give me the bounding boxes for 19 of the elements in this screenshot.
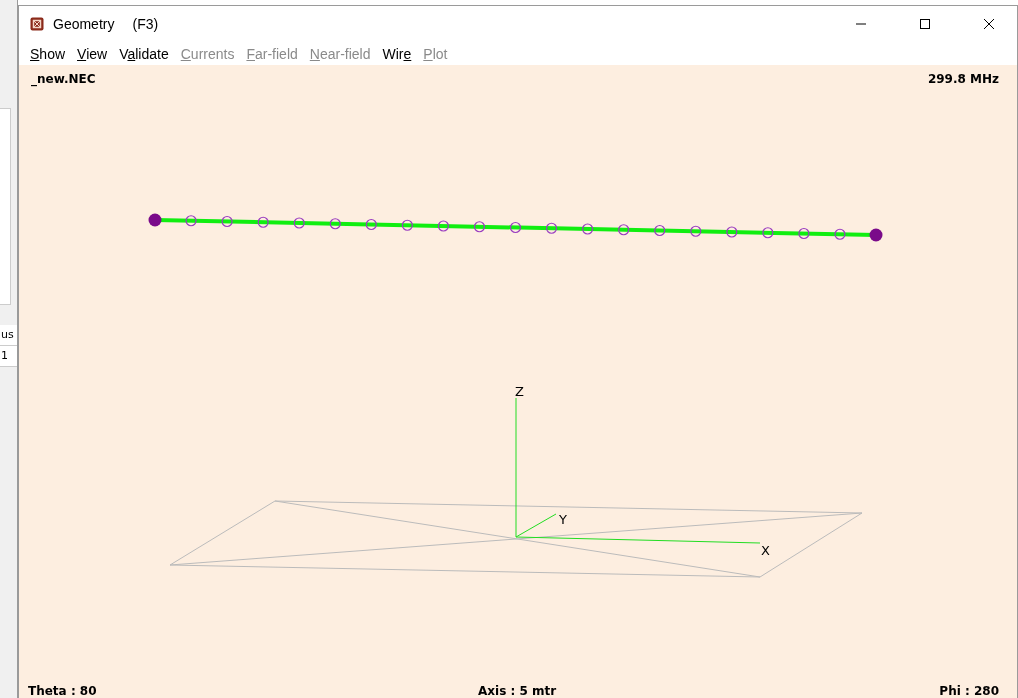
table-cell: us	[0, 325, 17, 346]
cube-icon	[29, 16, 45, 32]
menu-item[interactable]: Validate	[114, 45, 174, 62]
axis-label: X	[761, 543, 770, 558]
theta-label: Theta : 80	[28, 684, 97, 698]
menu-item[interactable]: Show	[25, 45, 71, 62]
menu-item[interactable]: Wire	[377, 45, 417, 62]
axis-label: Z	[515, 384, 524, 399]
phi-label: Phi : 280	[939, 684, 999, 698]
axis-scale-label: Axis : 5 mtr	[478, 684, 557, 698]
file-name: _new.NEC	[31, 72, 96, 86]
shortcut-label: (F3)	[132, 16, 160, 32]
close-icon	[983, 18, 995, 30]
table-cell: 1	[0, 346, 17, 367]
maximize-icon	[919, 18, 931, 30]
menu-item[interactable]: View	[72, 45, 113, 62]
axis-label: Y	[559, 512, 567, 527]
window-title: Geometry	[53, 16, 115, 32]
frequency-label: 299.8 MHz	[927, 72, 999, 86]
